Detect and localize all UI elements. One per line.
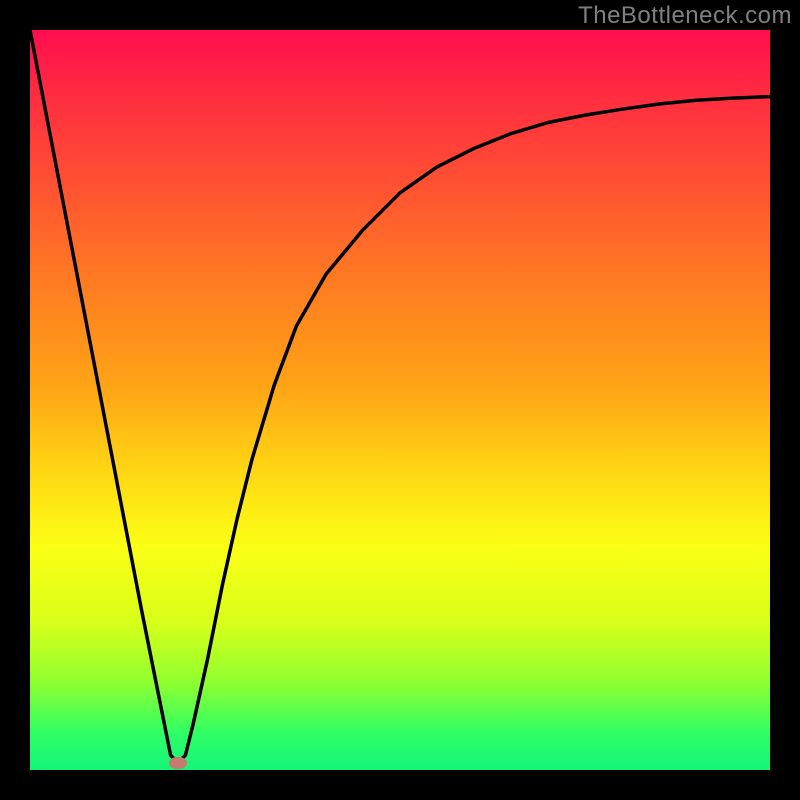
bottleneck-curve xyxy=(30,30,770,770)
watermark-text: TheBottleneck.com xyxy=(578,2,792,30)
chart-frame: TheBottleneck.com xyxy=(0,0,800,800)
plot-area xyxy=(30,30,770,770)
optimal-point-marker xyxy=(169,757,187,769)
